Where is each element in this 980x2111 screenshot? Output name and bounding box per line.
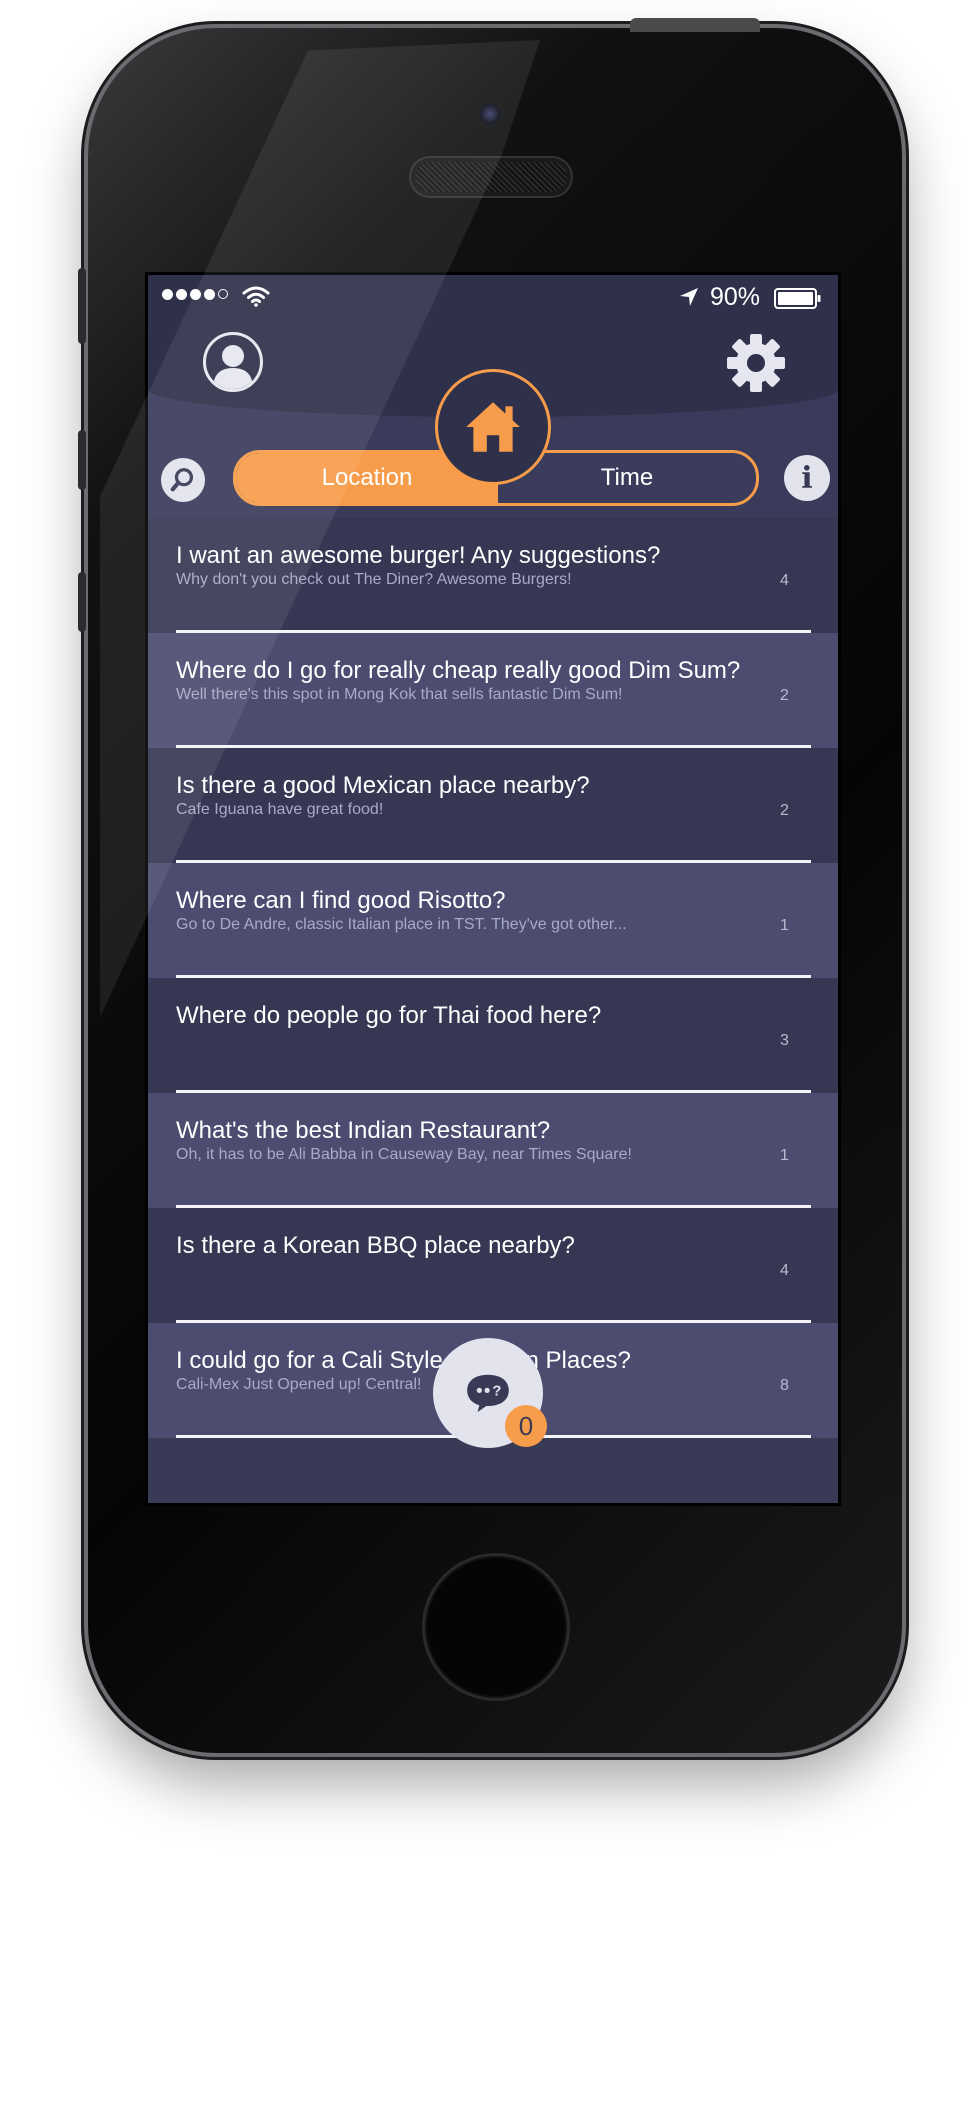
question-answer-preview: Cali-Mex Just Opened up! Central! [176,1376,422,1393]
question-row[interactable]: Where do people go for Thai food here? 3 [148,978,838,1093]
question-title: Is there a Korean BBQ place nearby? [176,1232,575,1259]
answer-count: 2 [780,802,789,819]
signal-dot [176,289,187,300]
signal-dot-empty [218,289,228,299]
volume-up-button [78,430,86,490]
signal-dot [204,289,215,300]
question-row[interactable]: I want an awesome burger! Any suggestion… [148,518,838,633]
question-answer-preview: Why don't you check out The Diner? Aweso… [176,571,572,588]
question-title: Where do I go for really cheap really go… [176,657,741,684]
signal-strength-icon [162,289,228,300]
answer-count: 1 [780,1147,789,1164]
question-answer-preview: Well there's this spot in Mong Kok that … [176,686,623,703]
status-bar: 90% [148,275,838,321]
battery-percentage: 90% [710,283,761,311]
location-arrow-icon [680,288,698,306]
battery-icon [774,288,821,309]
app-header: 90% Location Time i [148,275,838,518]
home-button[interactable] [435,369,551,485]
question-answer-preview: Go to De Andre, classic Italian place in… [176,916,627,933]
home-icon [466,402,520,452]
chat-bubble-icon: ? [467,1374,509,1413]
question-answer-preview: Oh, it has to be Ali Babba in Causeway B… [176,1146,632,1163]
question-row[interactable]: Where can I find good Risotto? Go to De … [148,863,838,978]
notification-badge: 0 [505,1405,547,1447]
question-title: I could go for a Cali Style Mexican Plac… [176,1347,631,1374]
mute-switch [78,268,86,344]
gear-icon[interactable] [726,333,786,393]
wifi-icon [242,286,270,307]
earpiece-speaker [415,162,567,192]
front-camera [479,103,501,125]
svg-text:?: ? [492,1384,501,1400]
question-title: I want an awesome burger! Any suggestion… [176,542,661,569]
hardware-home-button[interactable] [422,1553,570,1701]
answer-count: 3 [780,1032,789,1049]
question-list: I want an awesome burger! Any suggestion… [148,518,838,1438]
info-icon[interactable]: i [784,455,830,501]
profile-icon[interactable] [203,332,263,392]
app-screen: 90% Location Time i I want an awesome bu… [148,275,838,1503]
answer-count: 1 [780,917,789,934]
question-row[interactable]: What's the best Indian Restaurant? Oh, i… [148,1093,838,1208]
question-row[interactable]: Is there a good Mexican place nearby? Ca… [148,748,838,863]
signal-dot [190,289,201,300]
question-title: What's the best Indian Restaurant? [176,1117,551,1144]
question-row[interactable]: Where do I go for really cheap really go… [148,633,838,748]
answer-count: 4 [780,1262,789,1279]
search-icon[interactable] [161,458,205,502]
answer-count: 8 [780,1377,789,1394]
question-answer-preview: Cafe Iguana have great food! [176,801,384,818]
question-title: Where do people go for Thai food here? [176,1002,602,1029]
signal-dot [162,289,173,300]
question-row[interactable]: Is there a Korean BBQ place nearby? 4 [148,1208,838,1323]
answer-count: 2 [780,687,789,704]
volume-down-button [78,572,86,632]
answer-count: 4 [780,572,789,589]
question-title: Where can I find good Risotto? [176,887,506,914]
question-title: Is there a good Mexican place nearby? [176,772,590,799]
power-button [630,18,760,32]
